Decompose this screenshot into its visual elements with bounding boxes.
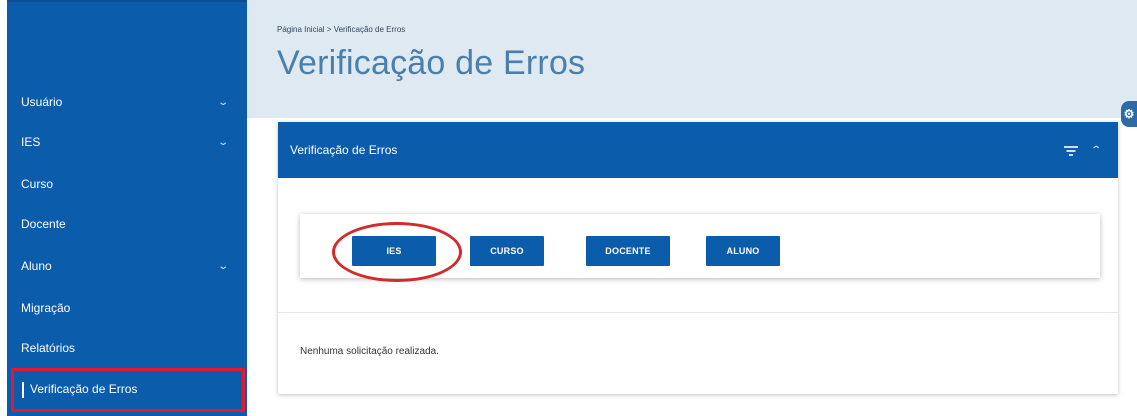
empty-state-message: Nenhuma solicitação realizada. (300, 346, 439, 357)
panel-header: Verificação de Erros ⌃ (278, 122, 1118, 178)
sidebar-item-label: Curso (21, 177, 54, 191)
sidebar-item-relatorios[interactable]: Relatórios (7, 328, 247, 368)
sidebar-item-label: IES (21, 135, 41, 149)
active-indicator (22, 382, 24, 398)
aluno-button[interactable]: ALUNO (706, 236, 780, 266)
sidebar-item-ies[interactable]: IES ⌄ (7, 122, 247, 162)
chevron-up-icon[interactable]: ⌃ (1090, 145, 1102, 156)
panel-title: Verificação de Erros (290, 143, 398, 157)
help-widget-icon[interactable]: ⚙ (1121, 101, 1137, 127)
sidebar-item-label: Docente (21, 217, 66, 231)
chevron-down-icon: ⌄ (216, 260, 229, 272)
sidebar-item-label: Migração (21, 301, 71, 315)
docente-button[interactable]: DOCENTE (586, 236, 670, 266)
curso-button[interactable]: CURSO (470, 236, 544, 266)
sidebar-item-label: Relatórios (21, 341, 76, 355)
page-title: Verificação de Erros (277, 44, 586, 82)
sidebar-item-label-wrap: Verificação de Erros (22, 382, 137, 398)
sidebar-item-label: Aluno (21, 259, 52, 273)
entity-button-group: IES CURSO DOCENTE ALUNO (300, 214, 1100, 282)
sidebar-item-usuario[interactable]: Usuário ⌄ (7, 82, 247, 122)
chevron-down-icon: ⌄ (216, 96, 229, 108)
content-header: Página Inicial > Verificação de Erros Ve… (247, 0, 1137, 118)
filter-icon[interactable] (1063, 145, 1078, 156)
ies-button[interactable]: IES (352, 236, 436, 266)
sidebar-item-label: Usuário (21, 95, 63, 109)
breadcrumb: Página Inicial > Verificação de Erros (277, 25, 406, 34)
sidebar-item-label: Verificação de Erros (30, 382, 138, 397)
sidebar: Usuário ⌄ IES ⌄ Curso Docente Aluno ⌄ Mi… (7, 0, 247, 416)
chevron-down-icon: ⌄ (216, 136, 229, 148)
sidebar-item-verificacao-de-erros[interactable]: Verificação de Erros (11, 368, 245, 412)
sidebar-item-curso[interactable]: Curso (7, 164, 247, 204)
sidebar-item-migracao[interactable]: Migração (7, 288, 247, 328)
sidebar-item-aluno[interactable]: Aluno ⌄ (7, 246, 247, 286)
error-check-panel: Verificação de Erros ⌃ IES CURSO DOCENTE… (278, 122, 1118, 394)
sidebar-item-docente[interactable]: Docente (7, 204, 247, 244)
divider (278, 312, 1118, 313)
panel-tools: ⌃ (1063, 145, 1102, 156)
